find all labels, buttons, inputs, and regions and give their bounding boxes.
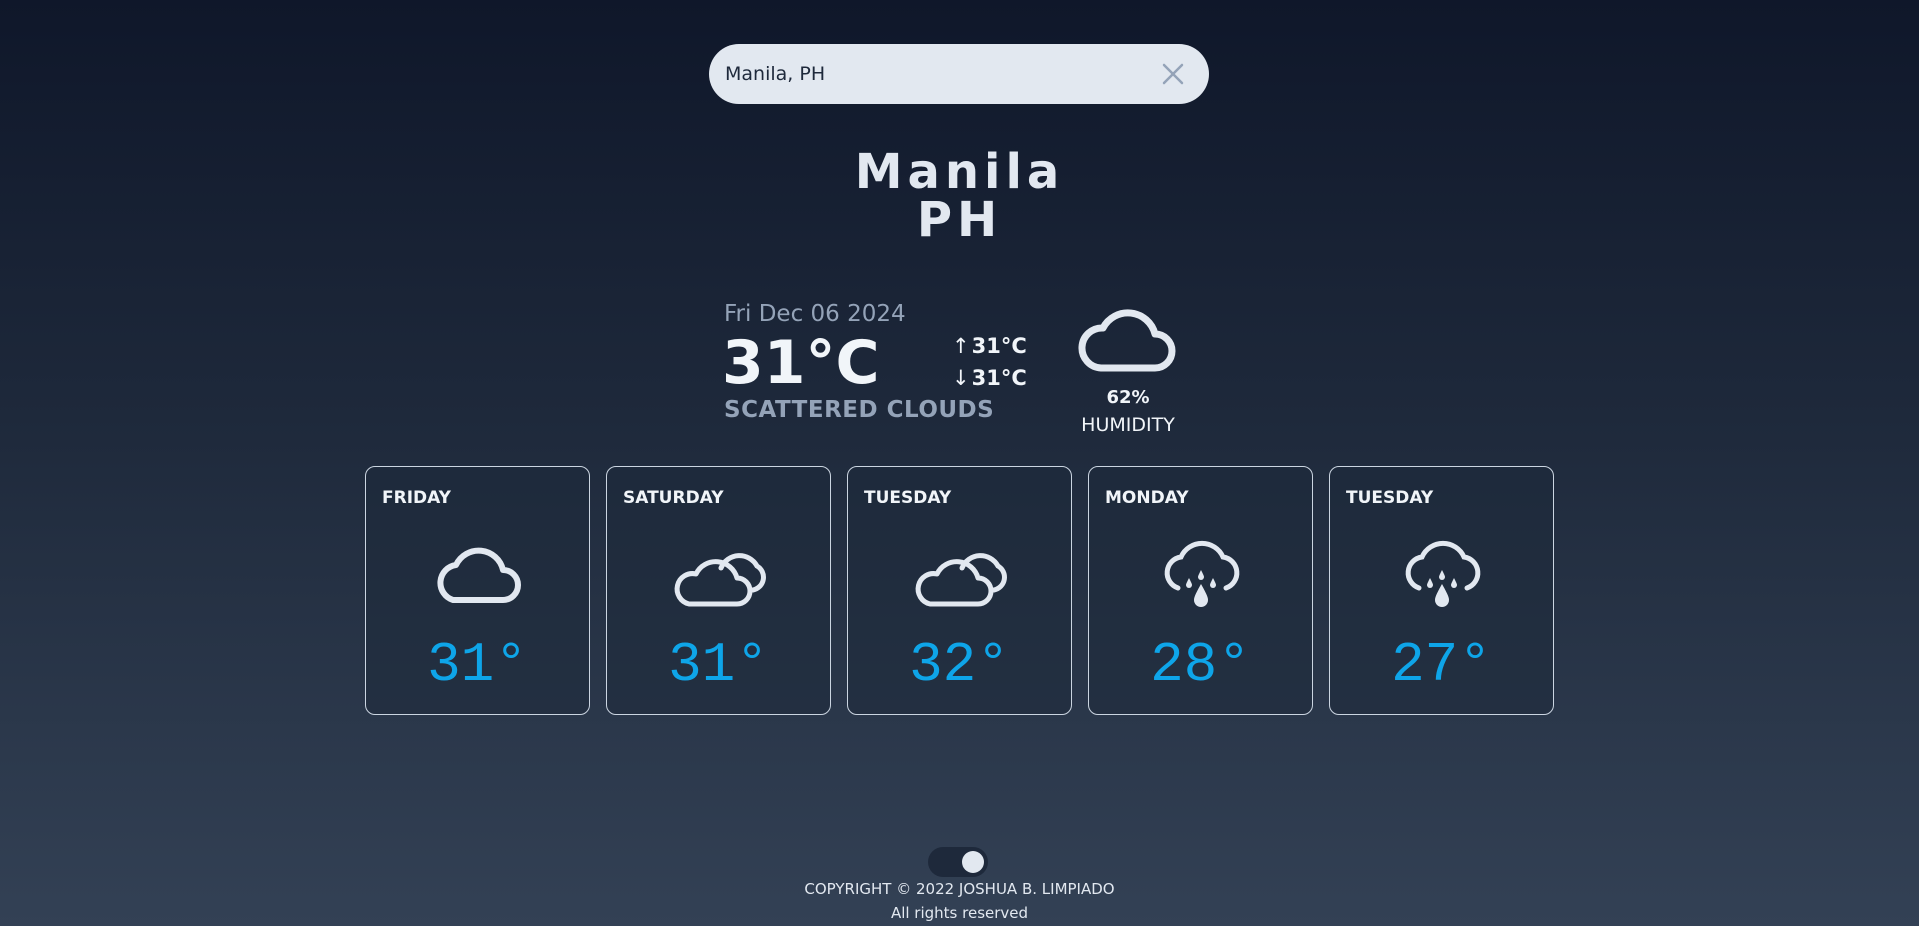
high-temperature-value: 31°C [971,334,1027,358]
country-code: PH [916,192,1003,248]
toggle-knob [962,851,984,873]
low-temperature: ↓31°C [952,365,1027,391]
forecast-card: TUESDAY 27° [1329,466,1554,715]
rain-cloud-icon [1151,540,1251,610]
high-temperature: ↑31°C [952,333,1027,359]
close-icon[interactable] [1159,60,1187,88]
clouds-icon [669,540,769,610]
weather-description: SCATTERED CLOUDS [724,397,995,423]
forecast-card: TUESDAY 32° [847,466,1072,715]
forecast-card: MONDAY 28° [1088,466,1313,715]
forecast-temperature: 31° [427,633,528,697]
copyright-text: COPYRIGHT © 2022 JOSHUA B. LIMPIADO [804,880,1115,898]
forecast-day: MONDAY [1105,488,1189,508]
forecast-temperature: 32° [909,633,1010,697]
current-temperature: 31°C [722,328,880,398]
forecast-day: TUESDAY [1346,488,1434,508]
forecast-day: FRIDAY [382,488,451,508]
rain-cloud-icon [1392,540,1492,610]
search-bar [709,44,1209,104]
forecast-card: SATURDAY 31° [606,466,831,715]
city-name: Manila [854,144,1065,200]
forecast-day: TUESDAY [864,488,952,508]
theme-toggle[interactable] [928,847,988,877]
arrow-down-icon: ↓ [952,366,970,390]
forecast-temperature: 28° [1150,633,1251,697]
cloud-icon [428,540,528,610]
search-input[interactable] [725,44,1125,104]
arrow-up-icon: ↑ [952,334,970,358]
current-date: Fri Dec 06 2024 [724,301,906,327]
humidity-value: 62% [1106,387,1150,408]
forecast-temperature: 31° [668,633,769,697]
rights-text: All rights reserved [890,904,1029,922]
cloud-icon [1078,309,1176,372]
forecast-temperature: 27° [1391,633,1492,697]
clouds-icon [910,540,1010,610]
forecast-day: SATURDAY [623,488,724,508]
forecast-card: FRIDAY 31° [365,466,590,715]
humidity-label: HUMIDITY [1081,414,1175,436]
low-temperature-value: 31°C [971,366,1027,390]
